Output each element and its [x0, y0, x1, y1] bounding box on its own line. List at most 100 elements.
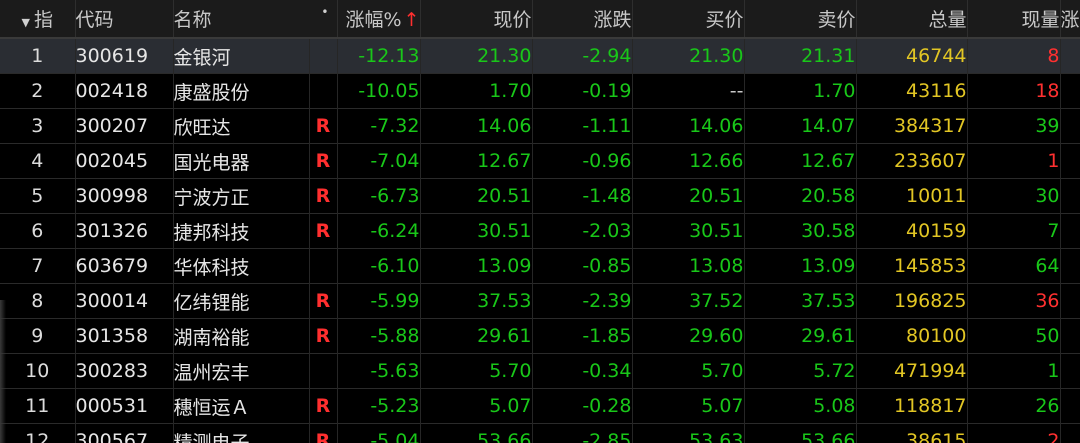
extra-cell — [1060, 178, 1080, 214]
price-change: -2.85 — [532, 423, 633, 443]
change-pct: -6.10 — [337, 248, 421, 284]
header-ask[interactable]: 卖价 — [744, 0, 857, 39]
total-volume: 196825 — [856, 283, 968, 319]
extra-cell — [1060, 38, 1080, 74]
table-row[interactable]: 1 300619 金银河 -12.13 21.30 -2.94 21.30 21.31 4674… — [0, 38, 1080, 74]
last-volume: 1 — [967, 143, 1061, 179]
header-price[interactable]: 现价 — [420, 0, 533, 39]
total-volume: 10011 — [856, 178, 968, 214]
current-price: 20.51 — [420, 178, 533, 214]
price-change: -1.11 — [532, 108, 633, 144]
bid-price: 53.63 — [632, 423, 745, 443]
bid-price: -- — [632, 73, 745, 109]
price-change: -0.85 — [532, 248, 633, 284]
column-menu-dot-icon[interactable]: • — [321, 5, 328, 19]
stock-name: 湖南裕能 — [173, 318, 310, 354]
header-name[interactable]: 名称 • — [173, 0, 338, 39]
table-row[interactable]: 7 603679 华体科技 -6.10 13.09 -0.85 13.08 13.09 1458… — [0, 248, 1080, 284]
last-volume: 36 — [967, 283, 1061, 319]
table-header: ▼ 指 代码 名称 • 涨幅% ↑ 现价 涨跌 买价 卖价 总量 现量 涨 — [0, 0, 1080, 39]
extra-cell — [1060, 353, 1080, 389]
bid-price: 29.60 — [632, 318, 745, 354]
ask-price: 1.70 — [744, 73, 857, 109]
extra-cell — [1060, 73, 1080, 109]
header-extra[interactable]: 涨 — [1060, 0, 1080, 39]
header-change[interactable]: 涨跌 — [532, 0, 633, 39]
row-index: 2 — [0, 73, 76, 109]
total-volume: 471994 — [856, 353, 968, 389]
price-change: -2.03 — [532, 213, 633, 249]
price-change: -2.39 — [532, 283, 633, 319]
last-volume: 30 — [967, 178, 1061, 214]
bid-price: 30.51 — [632, 213, 745, 249]
ask-price: 37.53 — [744, 283, 857, 319]
last-volume: 2 — [967, 423, 1061, 443]
table-row[interactable]: 6 301326 捷邦科技 R -6.24 30.51 -2.03 30.51 30.58 401… — [0, 213, 1080, 249]
price-change: -0.96 — [532, 143, 633, 179]
extra-cell — [1060, 143, 1080, 179]
table-row[interactable]: 9 301358 湖南裕能 R -5.88 29.61 -1.85 29.60 29.61 801… — [0, 318, 1080, 354]
caret-down-icon[interactable]: ▼ — [22, 16, 30, 29]
change-pct: -5.23 — [337, 388, 421, 424]
last-volume: 26 — [967, 388, 1061, 424]
row-index: 3 — [0, 108, 76, 144]
table-row[interactable]: 11 000531 穗恒运Ａ R -5.23 5.07 -0.28 5.07 5.08 11881… — [0, 388, 1080, 424]
last-volume: 64 — [967, 248, 1061, 284]
sort-ascending-icon[interactable]: ↑ — [404, 9, 419, 31]
row-index: 10 — [0, 353, 76, 389]
total-volume: 384317 — [856, 108, 968, 144]
stock-name: 华体科技 — [173, 248, 310, 284]
total-volume: 118817 — [856, 388, 968, 424]
change-pct: -5.04 — [337, 423, 421, 443]
table-row[interactable]: 12 300567 精测电子 R -5.04 53.66 -2.85 53.63 53.66 38… — [0, 423, 1080, 443]
table-row[interactable]: 5 300998 宁波方正 R -6.73 20.51 -1.48 20.51 20.58 100… — [0, 178, 1080, 214]
table-row[interactable]: 10 300283 温州宏丰 -5.63 5.70 -0.34 5.70 5.72 471994… — [0, 353, 1080, 389]
extra-cell — [1060, 108, 1080, 144]
header-last-volume[interactable]: 现量 — [967, 0, 1061, 39]
header-bid[interactable]: 买价 — [632, 0, 745, 39]
margin-flag: R — [309, 423, 338, 443]
row-index: 1 — [0, 38, 76, 74]
current-price: 12.67 — [420, 143, 533, 179]
stock-name: 捷邦科技 — [173, 213, 310, 249]
extra-cell — [1060, 248, 1080, 284]
price-change: -0.34 — [532, 353, 633, 389]
stock-quote-table: ▼ 指 代码 名称 • 涨幅% ↑ 现价 涨跌 买价 卖价 总量 现量 涨 1 3006… — [0, 0, 1080, 443]
price-change: -0.28 — [532, 388, 633, 424]
current-price: 21.30 — [420, 38, 533, 74]
total-volume: 43116 — [856, 73, 968, 109]
margin-flag: R — [309, 388, 338, 424]
extra-cell — [1060, 283, 1080, 319]
change-pct: -5.99 — [337, 283, 421, 319]
table-row[interactable]: 3 300207 欣旺达 R -7.32 14.06 -1.11 14.06 14.07 3843… — [0, 108, 1080, 144]
bid-price: 14.06 — [632, 108, 745, 144]
row-index: 6 — [0, 213, 76, 249]
stock-code: 300567 — [75, 423, 174, 443]
row-index: 5 — [0, 178, 76, 214]
table-row[interactable]: 8 300014 亿纬锂能 R -5.99 37.53 -2.39 37.52 37.53 196… — [0, 283, 1080, 319]
last-volume: 18 — [967, 73, 1061, 109]
stock-code: 300998 — [75, 178, 174, 214]
price-change: -1.48 — [532, 178, 633, 214]
table-row[interactable]: 2 002418 康盛股份 -10.05 1.70 -0.19 -- 1.70 43116 18 — [0, 73, 1080, 109]
table-row[interactable]: 4 002045 国光电器 R -7.04 12.67 -0.96 12.66 12.67 233… — [0, 143, 1080, 179]
bid-price: 13.08 — [632, 248, 745, 284]
bid-price: 37.52 — [632, 283, 745, 319]
stock-code: 301358 — [75, 318, 174, 354]
last-volume: 7 — [967, 213, 1061, 249]
total-volume: 145853 — [856, 248, 968, 284]
bid-price: 12.66 — [632, 143, 745, 179]
quote-list-window: ▼ 指 代码 名称 • 涨幅% ↑ 现价 涨跌 买价 卖价 总量 现量 涨 1 3006… — [0, 0, 1080, 443]
last-volume: 39 — [967, 108, 1061, 144]
header-code[interactable]: 代码 — [75, 0, 174, 39]
margin-flag — [309, 353, 338, 389]
current-price: 13.09 — [420, 248, 533, 284]
margin-flag — [309, 38, 338, 74]
bid-price: 20.51 — [632, 178, 745, 214]
current-price: 14.06 — [420, 108, 533, 144]
margin-flag: R — [309, 213, 338, 249]
header-change-pct[interactable]: 涨幅% ↑ — [337, 0, 421, 39]
header-index[interactable]: ▼ 指 — [0, 0, 76, 39]
change-pct: -7.04 — [337, 143, 421, 179]
header-volume[interactable]: 总量 — [856, 0, 968, 39]
